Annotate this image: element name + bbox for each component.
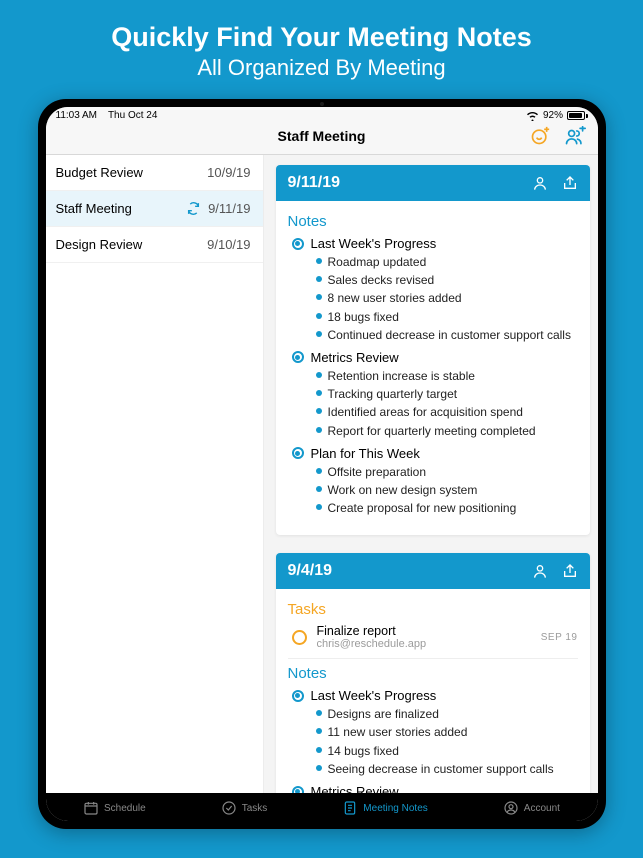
sidebar-item-staff-meeting[interactable]: Staff Meeting 9/11/19 — [46, 191, 263, 227]
promo-header: Quickly Find Your Meeting Notes All Orga… — [0, 0, 643, 99]
note-card: 9/11/19 Notes — [276, 165, 590, 535]
topic[interactable]: Metrics Review — [292, 350, 578, 365]
sidebar-item-design-review[interactable]: Design Review 9/10/19 — [46, 227, 263, 263]
tab-tasks[interactable]: Tasks — [221, 800, 268, 816]
status-bar: 11:03 AM Thu Oct 24 92% — [46, 107, 598, 122]
tab-account[interactable]: Account — [503, 800, 560, 816]
bullet-list: Roadmap updated Sales decks revised 8 ne… — [316, 253, 578, 344]
tab-bar: Schedule Tasks Meeting Notes Account — [46, 793, 598, 821]
radio-icon — [292, 447, 304, 459]
person-icon[interactable] — [532, 175, 548, 191]
bullet-list: Designs are finalized 11 new user storie… — [316, 705, 578, 778]
meeting-date: 10/9/19 — [207, 165, 250, 180]
task-checkbox-icon[interactable] — [292, 630, 307, 645]
tab-meeting-notes[interactable]: Meeting Notes — [342, 800, 427, 816]
person-icon[interactable] — [532, 563, 548, 579]
share-icon[interactable] — [562, 563, 578, 579]
radio-icon — [292, 786, 304, 794]
status-time: 11:03 AM — [56, 110, 98, 121]
topic[interactable]: Plan for This Week — [292, 446, 578, 461]
add-reaction-icon[interactable] — [530, 126, 550, 146]
card-date: 9/11/19 — [288, 174, 341, 192]
meetings-sidebar: Budget Review 10/9/19 Staff Meeting 9/11… — [46, 155, 264, 793]
add-people-icon[interactable] — [564, 126, 586, 146]
sidebar-item-budget-review[interactable]: Budget Review 10/9/19 — [46, 155, 263, 191]
promo-headline: Quickly Find Your Meeting Notes — [20, 22, 623, 53]
bullet-list: Offsite preparation Work on new design s… — [316, 463, 578, 518]
task-due: SEP 19 — [541, 632, 578, 643]
meeting-date: 9/11/19 — [208, 201, 250, 216]
notes-heading: Notes — [288, 665, 578, 682]
meeting-name: Staff Meeting — [56, 201, 132, 216]
radio-icon — [292, 238, 304, 250]
topic[interactable]: Last Week's Progress — [292, 236, 578, 251]
wifi-icon — [526, 111, 539, 121]
meeting-name: Budget Review — [56, 165, 143, 180]
topic[interactable]: Metrics Review — [292, 784, 578, 793]
topic[interactable]: Last Week's Progress — [292, 688, 578, 703]
meeting-name: Design Review — [56, 237, 143, 252]
sync-icon — [187, 202, 200, 215]
card-date: 9/4/19 — [288, 562, 332, 580]
promo-subline: All Organized By Meeting — [20, 55, 623, 81]
task-row[interactable]: Finalize report chris@reschedule.app SEP… — [288, 622, 578, 659]
notes-main[interactable]: 9/11/19 Notes — [264, 155, 598, 793]
battery-percent: 92% — [543, 110, 563, 121]
meeting-date: 9/10/19 — [207, 237, 250, 252]
radio-icon — [292, 690, 304, 702]
tasks-heading: Tasks — [288, 601, 578, 618]
note-card: 9/4/19 Tasks — [276, 553, 590, 793]
notes-heading: Notes — [288, 213, 578, 230]
tab-schedule[interactable]: Schedule — [83, 800, 146, 816]
status-date: Thu Oct 24 — [108, 110, 157, 121]
share-icon[interactable] — [562, 175, 578, 191]
tablet-frame: 11:03 AM Thu Oct 24 92% Staff Meet — [38, 99, 606, 829]
page-title: Staff Meeting — [278, 128, 366, 144]
radio-icon — [292, 351, 304, 363]
battery-icon — [567, 111, 588, 120]
bullet-list: Retention increase is stable Tracking qu… — [316, 367, 578, 440]
app-header: Staff Meeting — [46, 122, 598, 155]
